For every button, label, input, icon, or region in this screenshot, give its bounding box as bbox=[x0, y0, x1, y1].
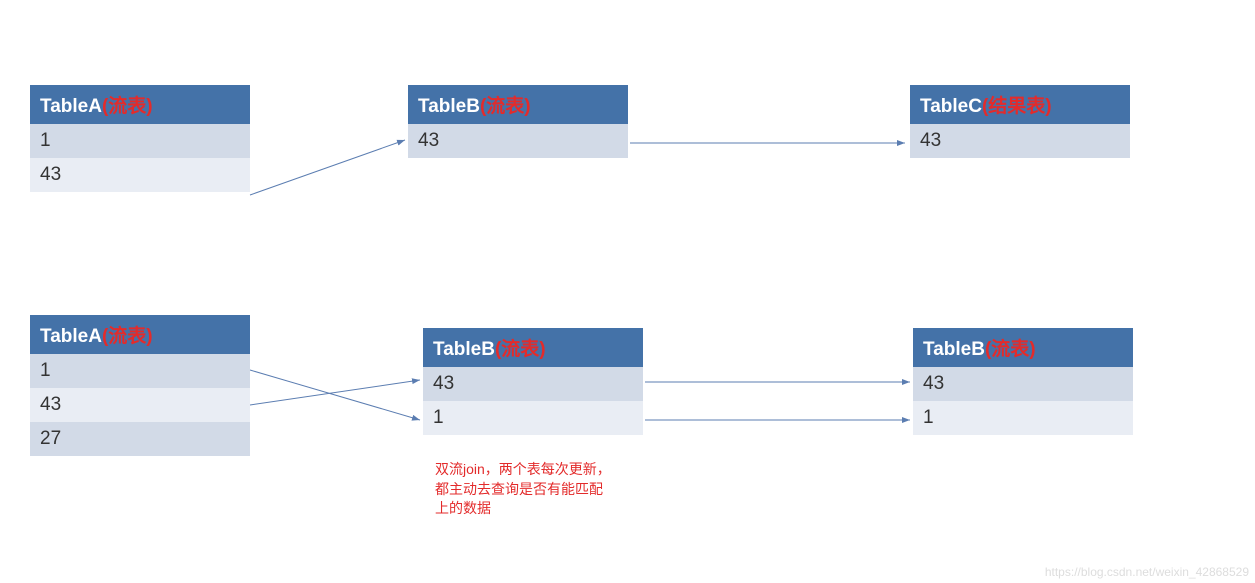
top-table-b: TableB(流表) 43 bbox=[408, 85, 628, 158]
table-header: TableA(流表) bbox=[30, 315, 250, 354]
diagram-stage: TableA(流表) 1 43 TableB(流表) 43 TableC(结果表… bbox=[0, 0, 1255, 583]
table-row: 43 bbox=[408, 124, 628, 158]
table-suffix: (流表) bbox=[985, 339, 1036, 360]
table-row: 1 bbox=[423, 401, 643, 435]
table-suffix: (流表) bbox=[102, 326, 153, 347]
top-table-a: TableA(流表) 1 43 bbox=[30, 85, 250, 192]
watermark: https://blog.csdn.net/weixin_42868529 bbox=[1045, 565, 1249, 579]
table-row: 27 bbox=[30, 422, 250, 456]
table-name: TableB bbox=[418, 96, 480, 117]
table-header: TableC(结果表) bbox=[910, 85, 1130, 124]
table-header: TableB(流表) bbox=[408, 85, 628, 124]
table-suffix: (流表) bbox=[102, 96, 153, 117]
table-header: TableB(流表) bbox=[913, 328, 1133, 367]
bottom-table-c: TableB(流表) 43 1 bbox=[913, 328, 1133, 435]
table-name: TableA bbox=[40, 96, 102, 117]
table-row: 43 bbox=[913, 367, 1133, 401]
table-row: 1 bbox=[913, 401, 1133, 435]
table-row: 43 bbox=[30, 158, 250, 192]
table-name: TableC bbox=[920, 96, 982, 117]
table-row: 43 bbox=[423, 367, 643, 401]
bottom-table-a: TableA(流表) 1 43 27 bbox=[30, 315, 250, 456]
table-header: TableB(流表) bbox=[423, 328, 643, 367]
table-name: TableB bbox=[433, 339, 495, 360]
top-table-c: TableC(结果表) 43 bbox=[910, 85, 1130, 158]
table-suffix: (流表) bbox=[480, 96, 531, 117]
table-name: TableA bbox=[40, 326, 102, 347]
table-suffix: (流表) bbox=[495, 339, 546, 360]
table-name: TableB bbox=[923, 339, 985, 360]
table-header: TableA(流表) bbox=[30, 85, 250, 124]
table-row: 43 bbox=[30, 388, 250, 422]
table-suffix: (结果表) bbox=[982, 96, 1052, 117]
annotation-note: 双流join，两个表每次更新，都主动去查询是否有能匹配上的数据 bbox=[435, 460, 615, 519]
table-row: 1 bbox=[30, 354, 250, 388]
table-row: 1 bbox=[30, 124, 250, 158]
bottom-table-b: TableB(流表) 43 1 bbox=[423, 328, 643, 435]
table-row: 43 bbox=[910, 124, 1130, 158]
